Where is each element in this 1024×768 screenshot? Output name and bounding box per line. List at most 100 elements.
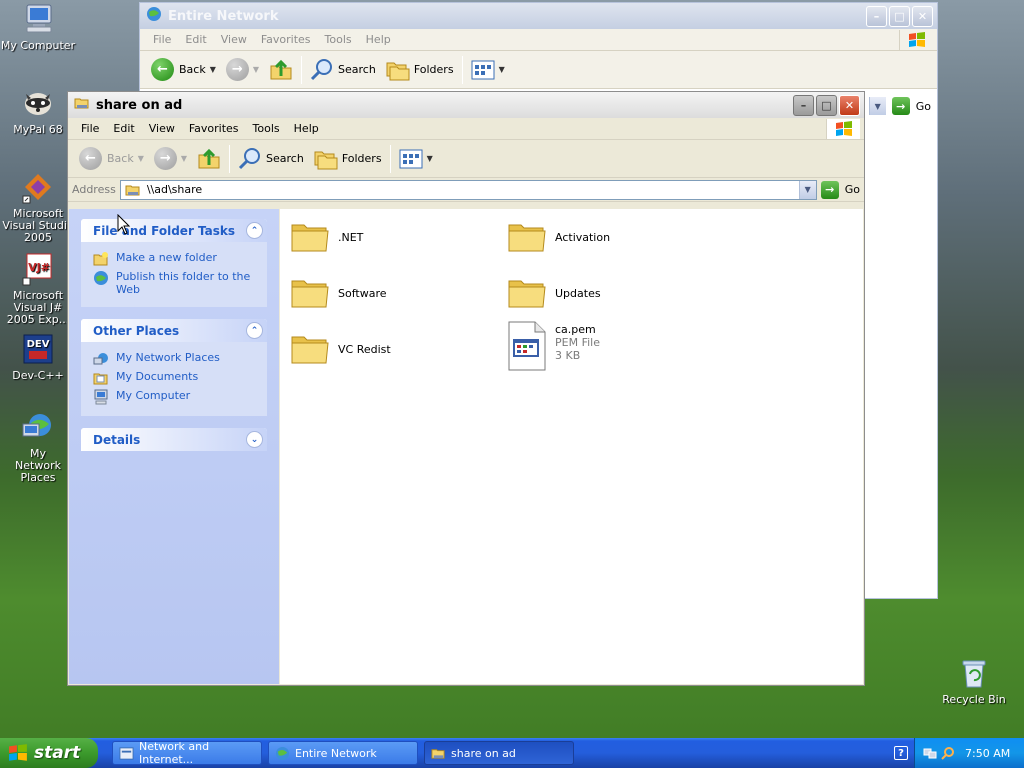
desktop-icon-mypal[interactable]: MyPal 68 (0, 86, 76, 136)
minimize-button[interactable]: – (866, 5, 887, 27)
chevron-down-icon[interactable]: ⌄ (246, 431, 263, 448)
pem-file-icon (508, 321, 546, 371)
other-places-header[interactable]: Other Places ⌃ (81, 319, 267, 342)
folder-item[interactable]: Updates (507, 273, 601, 313)
views-button[interactable]: ▼ (466, 55, 510, 85)
maximize-button[interactable]: □ (889, 5, 910, 27)
taskbar-button-network-internet[interactable]: Network and Internet... (112, 740, 262, 766)
make-new-folder-link[interactable]: Make a new folder (93, 251, 257, 267)
network-tray-icon[interactable] (923, 746, 937, 760)
menu-view[interactable]: View (214, 33, 254, 46)
folders-button[interactable]: Folders (381, 55, 459, 85)
chevron-down-icon: ▼ (426, 154, 433, 163)
file-folder-tasks-panel: File and Folder Tasks ⌃ Make a new folde… (81, 219, 267, 307)
go-button[interactable]: → Go (820, 180, 860, 199)
address-input[interactable]: \\ad\share ▼ (119, 179, 817, 200)
taskbar-button-entire-network[interactable]: Entire Network (268, 741, 418, 765)
folders-button[interactable]: Folders (309, 144, 387, 174)
menu-file[interactable]: File (146, 33, 178, 46)
minimize-button[interactable]: – (793, 94, 814, 116)
details-panel: Details ⌄ (81, 428, 267, 451)
desktop-icon-devcpp[interactable]: DEV Dev-C++ (0, 332, 76, 382)
maximize-button[interactable]: □ (816, 94, 837, 116)
system-tray: 7:50 AM (914, 738, 1024, 768)
control-panel-icon (119, 746, 134, 760)
menu-view[interactable]: View (142, 122, 182, 135)
folder-item[interactable]: Software (290, 273, 387, 313)
menu-edit[interactable]: Edit (106, 122, 141, 135)
menu-help[interactable]: Help (287, 122, 326, 135)
desktop-icon-label: My Computer (0, 39, 76, 52)
search-tray-icon[interactable] (941, 746, 955, 760)
close-button[interactable]: ✕ (912, 5, 933, 27)
chevron-down-icon: ▼ (252, 65, 260, 74)
desktop-icon-my-computer[interactable]: My Computer (0, 2, 76, 52)
back-address-go[interactable]: ▼ → Go (868, 97, 931, 115)
task-pane: File and Folder Tasks ⌃ Make a new folde… (69, 209, 279, 684)
other-places-panel: Other Places ⌃ My Network Places My Docu… (81, 319, 267, 416)
folder-icon (291, 224, 329, 252)
up-folder-icon (270, 59, 292, 79)
folder-item[interactable]: .NET (290, 217, 363, 257)
clock[interactable]: 7:50 AM (965, 747, 1010, 760)
folder-icon (291, 280, 329, 308)
back-button[interactable]: ← Back ▼ (74, 144, 149, 174)
menu-file[interactable]: File (74, 122, 106, 135)
windows-logo-icon (826, 119, 860, 139)
menu-tools[interactable]: Tools (246, 122, 287, 135)
search-button[interactable]: Search (233, 144, 309, 174)
help-icon[interactable]: ? (894, 746, 908, 760)
network-folder-icon (431, 748, 445, 759)
chevron-down-icon: ▼ (498, 65, 505, 74)
address-value: \\ad\share (146, 183, 203, 196)
desktop-icon-recycle-bin[interactable]: Recycle Bin (936, 656, 1012, 706)
forward-button[interactable]: → ▼ (149, 144, 192, 174)
share-titlebar[interactable]: share on ad – □ ✕ (68, 92, 864, 118)
network-folder-icon (74, 95, 90, 115)
address-dropdown-button[interactable]: ▼ (798, 180, 816, 199)
folder-item[interactable]: Activation (507, 217, 610, 257)
menu-favorites[interactable]: Favorites (254, 33, 318, 46)
views-icon (399, 149, 423, 168)
recycle-bin-icon (957, 656, 991, 690)
desktop-icon-visual-studio[interactable]: Microsoft Visual Studio 2005 (0, 170, 76, 244)
my-network-places-link[interactable]: My Network Places (93, 351, 257, 367)
share-window[interactable]: share on ad – □ ✕ File Edit View Favorit… (67, 91, 865, 686)
my-documents-link[interactable]: My Documents (93, 370, 257, 386)
menu-edit[interactable]: Edit (178, 33, 213, 46)
up-folder-button[interactable] (192, 144, 226, 174)
chevron-down-icon: ▼ (180, 154, 188, 163)
network-places-icon (93, 353, 108, 365)
publish-folder-link[interactable]: Publish this folder to the Web (93, 270, 257, 296)
chevron-down-icon: ▼ (209, 65, 216, 74)
file-folder-tasks-header[interactable]: File and Folder Tasks ⌃ (81, 219, 267, 242)
forward-arrow-icon: → (225, 58, 249, 81)
search-button[interactable]: Search (305, 55, 381, 85)
folder-item[interactable]: VC Redist (290, 329, 391, 369)
chevron-up-icon[interactable]: ⌃ (246, 322, 263, 339)
forward-button[interactable]: → ▼ (221, 55, 264, 85)
desktop-icon-visual-jsharp[interactable]: VJ# Microsoft Visual J# 2005 Exp... (0, 252, 76, 326)
desktop-icon-my-network-places[interactable]: My Network Places (0, 410, 76, 484)
views-icon (471, 60, 495, 79)
menu-tools[interactable]: Tools (318, 33, 359, 46)
up-folder-button[interactable] (264, 55, 298, 85)
file-type: PEM File (555, 336, 600, 349)
taskbar-button-share-on-ad[interactable]: share on ad (424, 741, 574, 765)
address-bar: Address \\ad\share ▼ → Go (68, 178, 864, 202)
documents-folder-icon (93, 373, 108, 385)
file-list-view: .NET Activation Software Updates VC Redi… (280, 209, 863, 684)
my-computer-link[interactable]: My Computer (93, 389, 257, 405)
menu-favorites[interactable]: Favorites (182, 122, 246, 135)
dev-cpp-icon: DEV (21, 332, 55, 366)
close-button[interactable]: ✕ (839, 94, 860, 116)
start-button[interactable]: start (0, 738, 98, 768)
file-item[interactable]: ca.pem PEM File 3 KB (507, 321, 600, 371)
chevron-up-icon[interactable]: ⌃ (246, 222, 263, 239)
address-label: Address (72, 183, 116, 196)
entire-network-titlebar[interactable]: Entire Network – □ ✕ (140, 3, 937, 29)
menu-help[interactable]: Help (359, 33, 398, 46)
details-header[interactable]: Details ⌄ (81, 428, 267, 451)
back-button[interactable]: ← Back ▼ (146, 55, 221, 85)
views-button[interactable]: ▼ (394, 144, 438, 174)
